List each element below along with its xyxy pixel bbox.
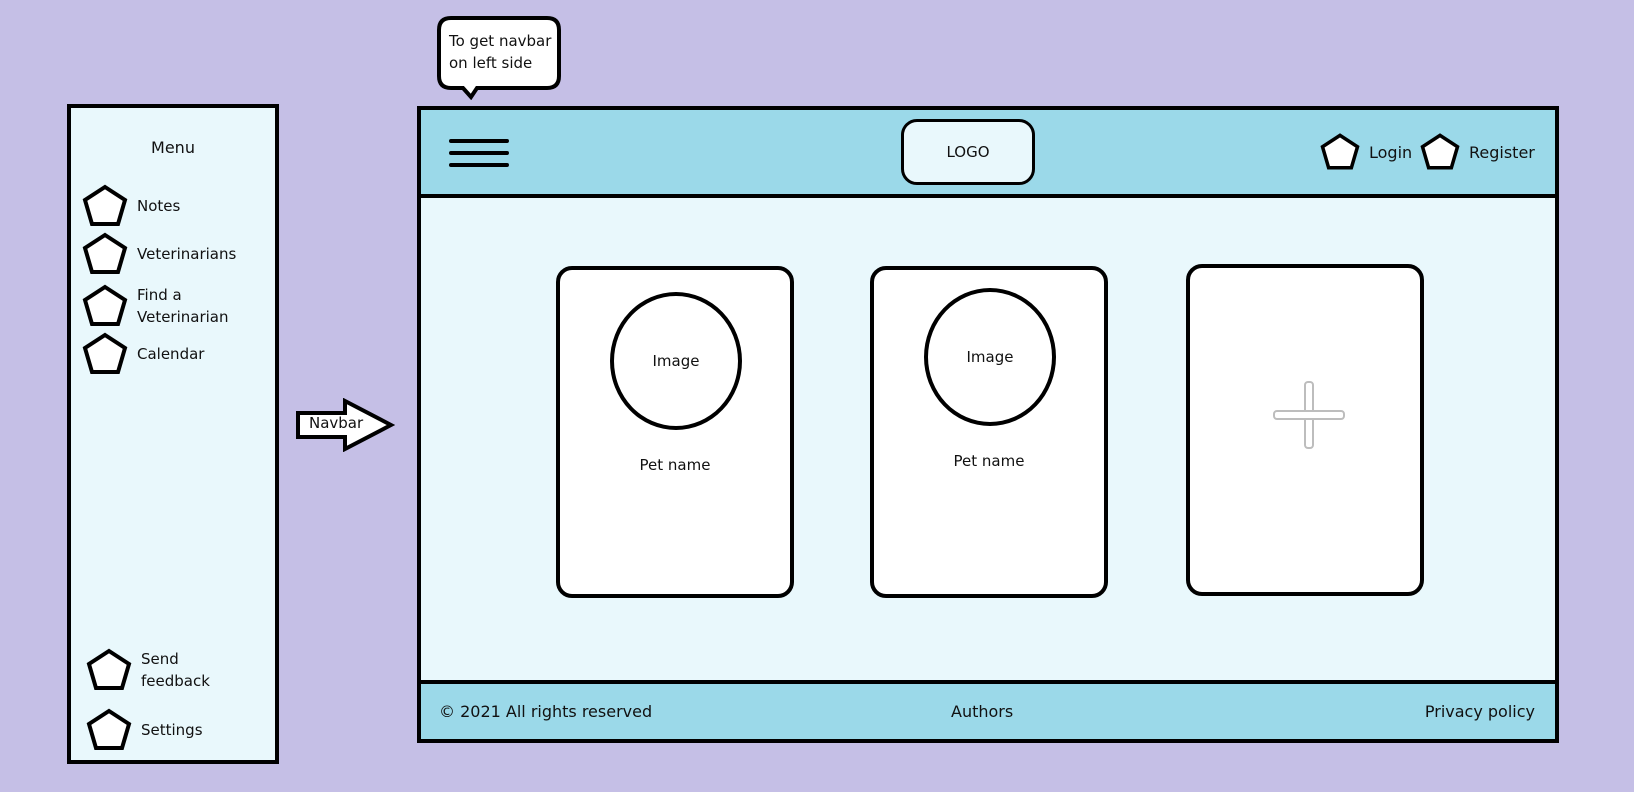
sidebar-item-label: Find a Veterinarian [137,286,229,326]
sidebar-item-notes[interactable]: Notes [81,184,180,228]
add-pet-card[interactable] [1186,264,1424,596]
callout-text: To get navbar on left side [449,32,552,72]
sidebar-item-settings[interactable]: Settings [85,708,203,752]
copyright-text: © 2021 All rights reserved [439,702,653,721]
hamburger-menu-icon[interactable] [449,139,511,171]
sidebar-item-label: Settings [141,721,203,739]
login-label: Login [1369,142,1413,162]
sidebar-item-veterinarians[interactable]: Veterinarians [81,232,236,276]
privacy-policy-link[interactable]: Privacy policy [1425,702,1535,721]
pet-card[interactable]: Image Pet name [870,266,1108,598]
navbar-arrow: Navbar [295,397,396,453]
arrow-label: Navbar [309,414,364,432]
pentagon-icon [1420,133,1460,170]
header-bar: LOGO Login Register [421,110,1555,198]
pentagon-icon [86,648,132,690]
sidebar-menu: Menu Notes Veterinarians Find a Veterina… [67,104,279,764]
pentagon-icon [1320,133,1360,170]
logo: LOGO [901,119,1035,185]
authors-link[interactable]: Authors [951,702,1013,721]
menu-title: Menu [151,138,195,157]
pentagon-icon [82,232,128,274]
sidebar-item-label: Calendar [137,345,205,363]
app-window: LOGO Login Register Image Pet name Image… [417,106,1559,743]
footer-bar: © 2021 All rights reserved Authors Priva… [421,680,1555,739]
sidebar-item-label: Veterinarians [137,245,237,263]
pet-card[interactable]: Image Pet name [556,266,794,598]
pentagon-icon [82,332,128,374]
pentagon-icon [82,184,128,226]
login-button[interactable]: Login [1319,132,1412,172]
sidebar-item-calendar[interactable]: Calendar [81,332,204,376]
pentagon-icon [82,284,128,326]
register-button[interactable]: Register [1419,132,1535,172]
register-label: Register [1469,142,1535,162]
sidebar-item-label: Send feedback [141,650,210,690]
sidebar-item-send-feedback[interactable]: Send feedback [85,648,210,692]
sidebar-item-find-veterinarian[interactable]: Find a Veterinarian [81,284,229,328]
pet-name: Pet name [953,452,1025,470]
pet-image: Image [924,288,1056,426]
sidebar-item-label: Notes [137,197,181,215]
pentagon-icon [86,708,132,750]
plus-icon [1273,381,1345,449]
pet-image: Image [610,292,742,430]
pet-name: Pet name [639,456,711,474]
